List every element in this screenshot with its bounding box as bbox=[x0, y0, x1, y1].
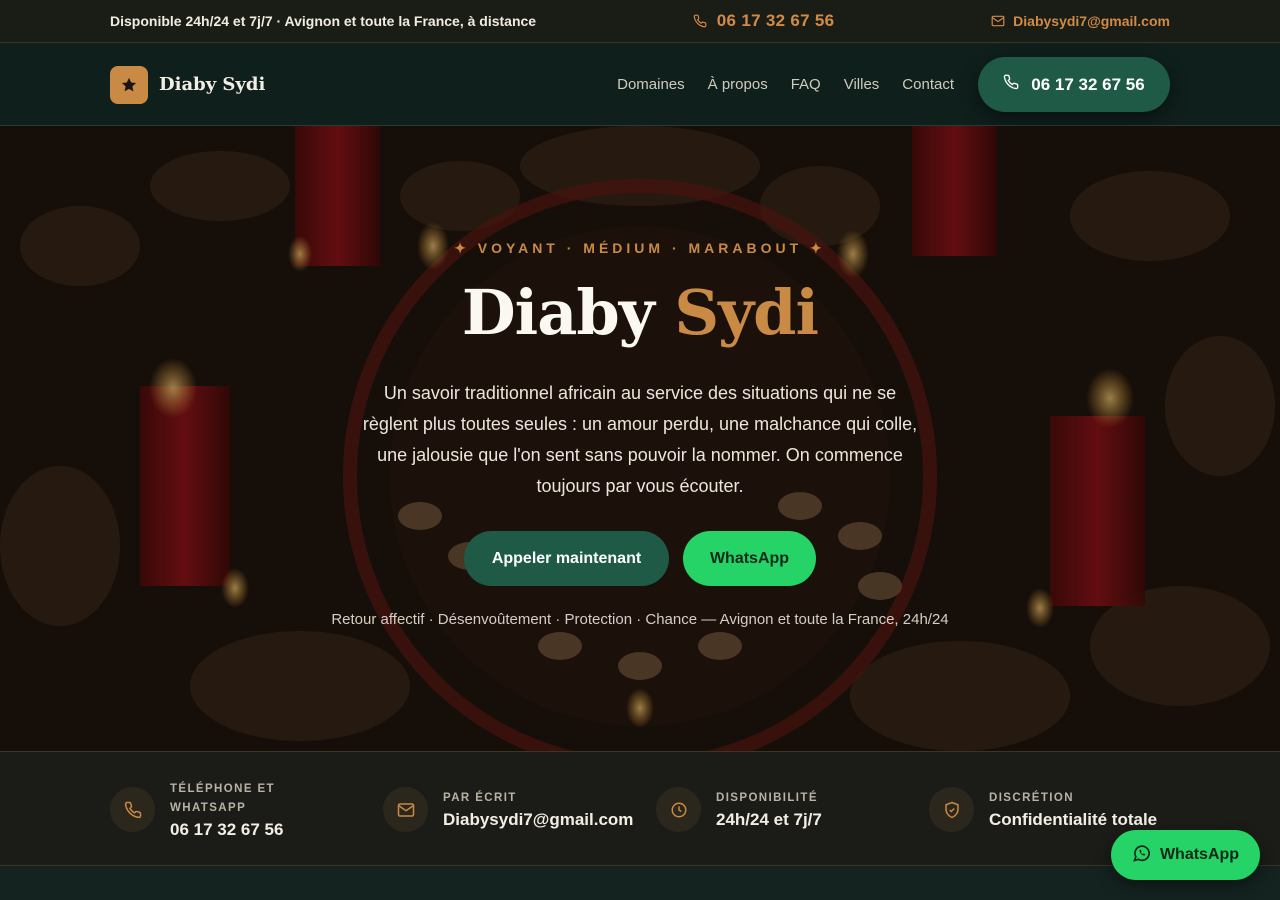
call-now-button[interactable]: Appeler maintenant bbox=[464, 531, 669, 586]
whatsapp-icon bbox=[1132, 843, 1152, 868]
hero-cta-group: Appeler maintenant WhatsApp bbox=[0, 531, 1280, 586]
topbar-phone-link[interactable]: 06 17 32 67 56 bbox=[693, 11, 835, 31]
info-label: DISCRÉTION bbox=[989, 792, 1074, 804]
topbar-phone-text: 06 17 32 67 56 bbox=[716, 11, 835, 30]
hero-eyebrow: ✦ VOYANT · MÉDIUM · MARABOUT ✦ bbox=[454, 240, 826, 256]
info-label: PAR ÉCRIT bbox=[443, 792, 517, 804]
phone-icon bbox=[110, 787, 155, 832]
brand-link[interactable]: Diaby Sydi bbox=[110, 65, 266, 104]
info-value: 06 17 32 67 56 bbox=[170, 819, 284, 839]
hero-title-main: Diaby bbox=[461, 276, 655, 349]
nav-links: Domaines À propos FAQ Villes Contact 06 … bbox=[617, 57, 1170, 112]
nav-link-domaines[interactable]: Domaines bbox=[617, 76, 685, 93]
nav-call-button[interactable]: 06 17 32 67 56 bbox=[978, 57, 1170, 112]
nav-link-contact[interactable]: Contact bbox=[902, 76, 954, 93]
phone-icon bbox=[1003, 74, 1019, 95]
hero-title: Diaby Sydi bbox=[0, 276, 1280, 349]
info-value: 24h/24 et 7j/7 bbox=[716, 810, 822, 829]
next-section-edge bbox=[0, 867, 1280, 900]
topbar-email-text: Diabysydi7@gmail.com bbox=[1013, 13, 1170, 29]
hero-section: ✦ VOYANT · MÉDIUM · MARABOUT ✦ Diaby Syd… bbox=[0, 126, 1280, 751]
phone-icon bbox=[693, 14, 707, 28]
contact-info-band: TÉLÉPHONE ET WHATSAPP 06 17 32 67 56 PAR… bbox=[0, 751, 1280, 866]
top-bar: Disponible 24h/24 et 7j/7 · Avignon et t… bbox=[0, 0, 1280, 43]
info-item-email[interactable]: PAR ÉCRIT Diabysydi7@gmail.com bbox=[383, 752, 643, 867]
star-logo-icon bbox=[110, 65, 148, 104]
hero-title-accent: Sydi bbox=[674, 276, 819, 349]
info-item-phone[interactable]: TÉLÉPHONE ET WHATSAPP 06 17 32 67 56 bbox=[110, 752, 370, 867]
floating-whatsapp-label: WhatsApp bbox=[1159, 846, 1240, 863]
nav-call-label: 06 17 32 67 56 bbox=[1031, 74, 1145, 94]
info-value: Diabysydi7@gmail.com bbox=[443, 810, 634, 829]
info-value: Confidentialité totale bbox=[989, 810, 1158, 829]
clock-icon bbox=[656, 787, 701, 832]
hero-lead: Un savoir traditionnel africain au servi… bbox=[362, 383, 918, 496]
topbar-email-link[interactable]: Diabysydi7@gmail.com bbox=[991, 13, 1170, 29]
nav-link-villes[interactable]: Villes bbox=[844, 76, 880, 93]
whatsapp-button[interactable]: WhatsApp bbox=[683, 531, 816, 586]
mail-icon bbox=[991, 14, 1005, 28]
main-nav: Diaby Sydi Domaines À propos FAQ Villes … bbox=[0, 44, 1280, 126]
mail-icon bbox=[383, 787, 428, 832]
brand-name: Diaby Sydi bbox=[159, 74, 266, 95]
hero-services-line: Retour affectif · Désenvoûtement · Prote… bbox=[331, 611, 949, 628]
shield-icon bbox=[929, 787, 974, 832]
availability-text: Disponible 24h/24 et 7j/7 · Avignon et t… bbox=[110, 13, 537, 29]
nav-link-a-propos[interactable]: À propos bbox=[708, 76, 768, 93]
nav-link-faq[interactable]: FAQ bbox=[791, 76, 821, 93]
info-label: DISPONIBILITÉ bbox=[716, 792, 818, 804]
floating-whatsapp-button[interactable]: WhatsApp bbox=[1111, 830, 1260, 880]
info-item-availability: DISPONIBILITÉ 24h/24 et 7j/7 bbox=[656, 752, 916, 867]
info-label: TÉLÉPHONE ET WHATSAPP bbox=[170, 782, 275, 814]
